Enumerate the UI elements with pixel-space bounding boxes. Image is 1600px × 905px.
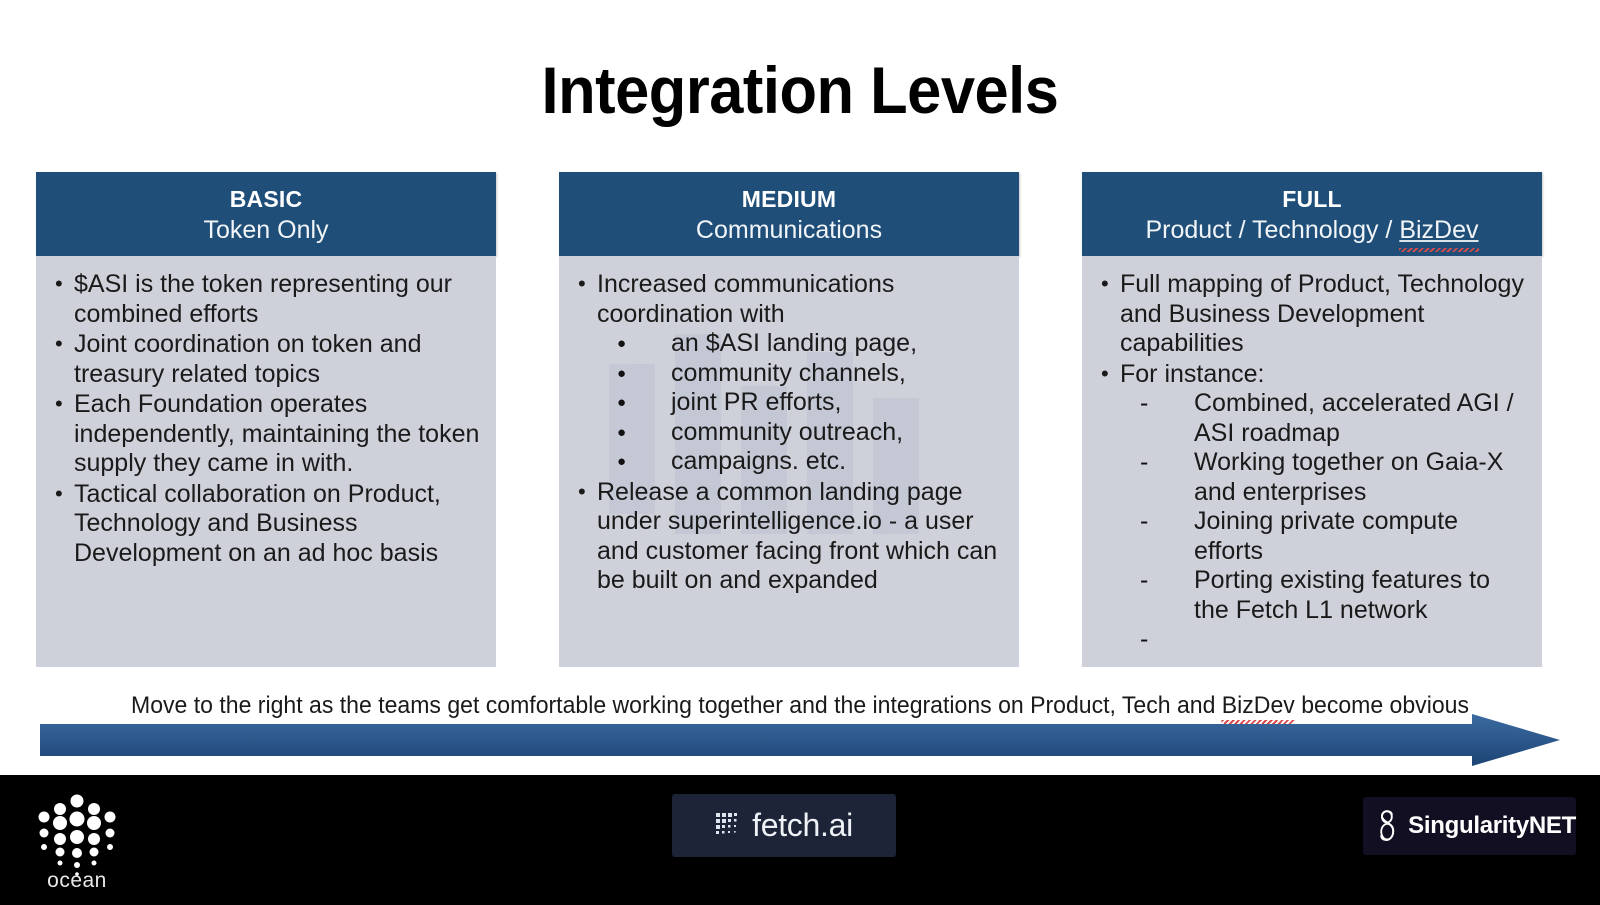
column-full-header: FULL Product / Technology / BizDev (1082, 172, 1542, 256)
bullet-text: Full mapping of Product, Technology and … (1120, 270, 1524, 357)
column-basic: BASIC Token Only $ASI is the token repre… (36, 172, 496, 667)
list-item: Release a common landing page under supe… (573, 477, 1007, 596)
column-medium: MEDIUM Communications Increased communic… (559, 172, 1019, 667)
column-medium-level-label: MEDIUM (741, 186, 837, 212)
sub-bullet-text: campaigns. etc. (671, 447, 847, 475)
column-full-subtitle: Product / Technology / BizDev (1082, 214, 1542, 252)
bullet-text: For instance: (1120, 359, 1265, 388)
column-medium-subtitle: Communications (695, 216, 883, 244)
list-item: Increased communications coordination wi… (573, 269, 1007, 477)
sub-list-item: an $ASI landing page, (597, 329, 1007, 359)
bullet-text: Joint coordination on token and treasury… (74, 330, 422, 388)
sub-bullet-text: Working together on Gaia-X and enterpris… (1194, 448, 1504, 506)
sub-list-item: campaigns. etc. (597, 447, 1007, 477)
footer-bar: ocean fetch.ai SingularityNET (0, 775, 1600, 905)
list-item: Each Foundation operates independently, … (50, 389, 484, 479)
sub-list-item: Combined, accelerated AGI / ASI roadmap (1120, 389, 1530, 448)
right-arrow-icon (40, 714, 1560, 766)
list-item: Full mapping of Product, Technology and … (1096, 269, 1530, 359)
column-medium-bullet-list: Increased communications coordination wi… (573, 269, 1007, 596)
bullet-text: $ASI is the token representing our combi… (74, 270, 453, 328)
bullet-text: Release a common landing page under supe… (597, 477, 998, 595)
fetch-ai-wordmark: fetch.ai (752, 807, 853, 843)
sub-bullet-text: Joining private compute efforts (1194, 507, 1459, 565)
column-full-subtitle-flagged-word: BizDev (1399, 216, 1479, 252)
column-medium-header: MEDIUM Communications (559, 172, 1019, 256)
sub-list-item: Joining private compute efforts (1120, 507, 1530, 566)
list-item: For instance: Combined, accelerated AGI … (1096, 359, 1530, 655)
fetch-dot-grid-icon (716, 812, 738, 834)
integration-levels-columns: BASIC Token Only $ASI is the token repre… (36, 172, 1542, 667)
column-medium-body: Increased communications coordination wi… (559, 256, 1019, 667)
column-basic-bullet-list: $ASI is the token representing our combi… (50, 269, 484, 569)
singularitynet-infinity-icon (1380, 810, 1395, 842)
column-basic-subtitle: Token Only (203, 216, 329, 244)
sub-bullet-text: an $ASI landing page, (671, 329, 918, 357)
sub-list-item: Porting existing features to the Fetch L… (1120, 566, 1530, 625)
progression-arrow (40, 714, 1560, 774)
list-item: $ASI is the token representing our combi… (50, 269, 484, 329)
list-item: Joint coordination on token and treasury… (50, 329, 484, 389)
list-item: Tactical collaboration on Product, Techn… (50, 479, 484, 569)
sub-list-item-empty (1120, 625, 1530, 655)
ocean-wordmark: ocean (47, 869, 107, 892)
column-basic-level-label: BASIC (229, 186, 303, 212)
bullet-text: Increased communications coordination wi… (597, 270, 895, 328)
column-basic-header: BASIC Token Only (36, 172, 496, 256)
column-full-bullet-list: Full mapping of Product, Technology and … (1096, 269, 1530, 655)
sub-bullet-text: community channels, (671, 358, 906, 387)
column-full-level-label: FULL (1282, 186, 1342, 212)
column-medium-sub-list: an $ASI landing page, community channels… (597, 329, 1007, 477)
singularitynet-logo: SingularityNET (1363, 797, 1576, 855)
singularitynet-wordmark: SingularityNET (1408, 812, 1576, 839)
sub-bullet-text: community outreach, (671, 417, 904, 446)
column-full-sub-list: Combined, accelerated AGI / ASI roadmap … (1120, 389, 1530, 655)
sub-bullet-text: Porting existing features to the Fetch L… (1194, 566, 1490, 624)
sub-bullet-text: joint PR efforts, (671, 388, 842, 416)
sub-bullet-text: Combined, accelerated AGI / ASI roadmap (1194, 389, 1514, 447)
page-title: Integration Levels (541, 53, 1059, 127)
bullet-text: Each Foundation operates independently, … (74, 390, 480, 477)
column-full: FULL Product / Technology / BizDev Full … (1082, 172, 1542, 667)
sub-list-item: joint PR efforts, (597, 388, 1007, 418)
column-full-body: Full mapping of Product, Technology and … (1082, 256, 1542, 667)
sub-list-item: Working together on Gaia-X and enterpris… (1120, 448, 1530, 507)
sub-list-item: community outreach, (597, 418, 1007, 448)
fetch-ai-logo: fetch.ai (672, 794, 896, 857)
bullet-text: Tactical collaboration on Product, Techn… (74, 479, 441, 567)
column-basic-body: $ASI is the token representing our combi… (36, 256, 496, 667)
sub-list-item: community channels, (597, 359, 1007, 389)
column-full-subtitle-prefix: Product / Technology / (1145, 216, 1400, 244)
